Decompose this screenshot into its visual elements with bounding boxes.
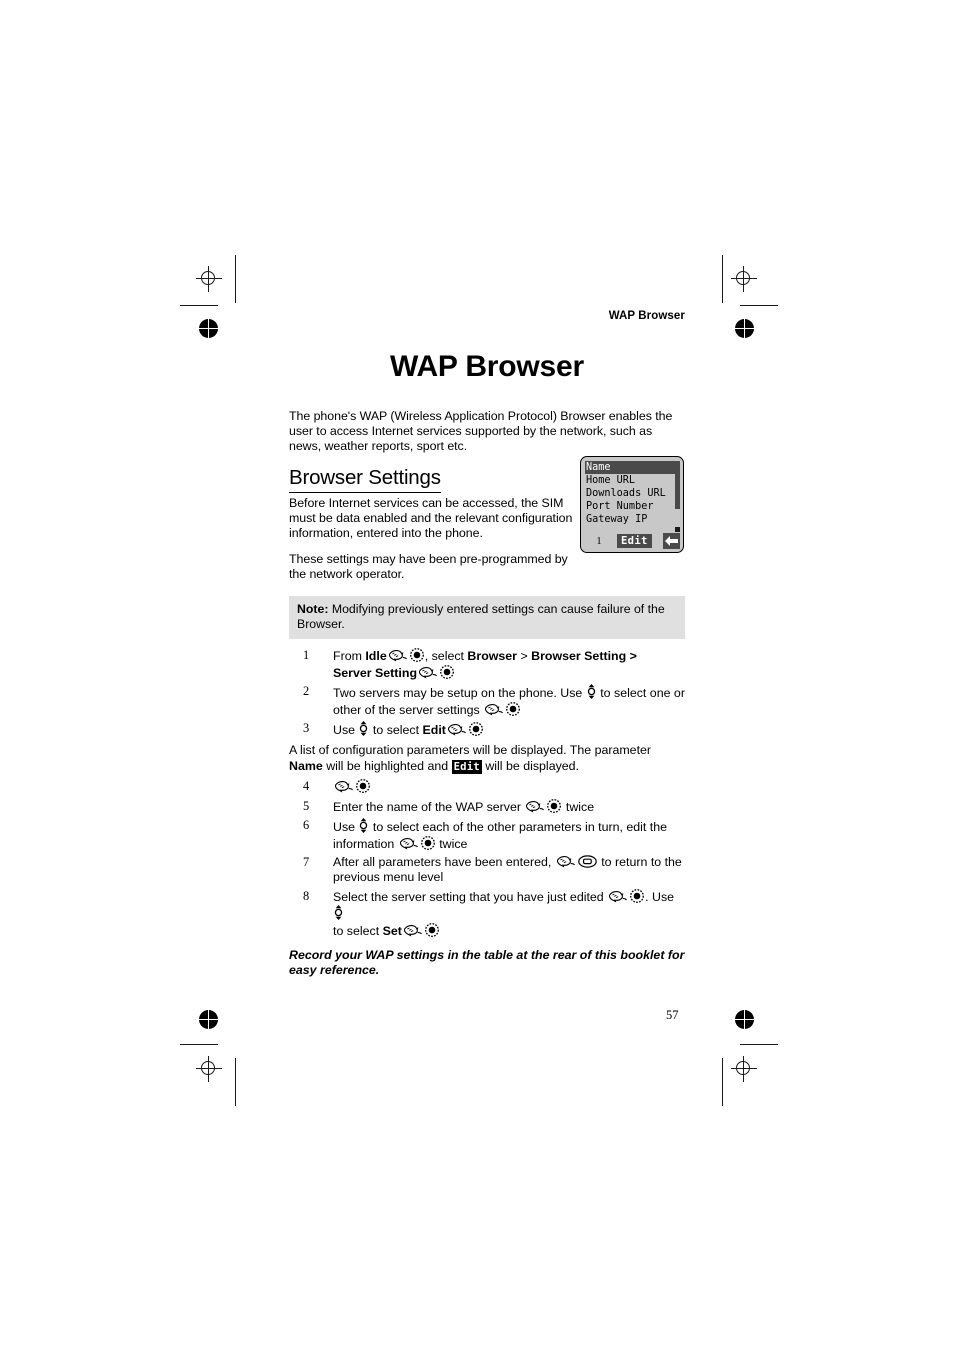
interstitial-after: will be displayed.	[481, 758, 580, 773]
step-number: 8	[303, 888, 310, 903]
inline-edit-badge: Edit	[451, 759, 482, 774]
select-key-icon	[468, 722, 483, 737]
note-box: Note: Modifying previously entered setti…	[289, 595, 685, 640]
step-number: 1	[303, 648, 310, 663]
phone-screen-menu-list: Name Home URL Downloads URL Port Number Gate…	[585, 461, 679, 526]
step-item: 6 Use to select each of the other paramet…	[303, 818, 668, 851]
page-title: WAP Browser	[390, 350, 584, 383]
steps-list-upper: 1 From Idle, select Browser > Browser Set…	[289, 648, 685, 738]
closing-paragraph: Record your WAP settings in the table at…	[289, 947, 685, 978]
trim-mark-bottom-left-horizontal	[180, 1044, 218, 1045]
interstitial-before: A list of configuration parameters will …	[289, 743, 652, 758]
select-key-icon	[356, 779, 370, 794]
select-key-icon	[506, 701, 521, 716]
registration-dot-bottom-left	[197, 1008, 220, 1031]
step-emphasis: Server Setting	[333, 665, 418, 680]
press-hand-icon	[403, 924, 423, 937]
step-number: 7	[303, 854, 310, 869]
select-key-icon	[440, 664, 454, 679]
trim-mark-top-right-horizontal	[740, 305, 778, 306]
intro-paragraph: The phone's WAP (Wireless Application Pr…	[289, 409, 673, 454]
phone-screen-illustration: Name Home URL Downloads URL Port Number Gate…	[580, 456, 684, 553]
press-hand-icon	[418, 666, 438, 679]
step-item: 3 Use to select Edit	[289, 721, 685, 738]
registration-crosshair-bottom-right	[731, 1056, 757, 1082]
trim-mark-top-left-vertical	[235, 255, 236, 303]
browser-settings-section: Browser Settings Before Internet service…	[289, 466, 575, 583]
registration-dot-top-left	[197, 317, 220, 340]
step-number: 5	[303, 798, 310, 813]
press-hand-icon	[447, 723, 467, 736]
trim-mark-top-left-horizontal	[180, 305, 218, 306]
select-key-icon	[424, 922, 439, 937]
step-item: 8 Select the server setting that you have…	[303, 888, 675, 938]
trim-mark-bottom-right-horizontal	[740, 1044, 778, 1045]
press-hand-icon	[525, 800, 545, 813]
step-emphasis: Browser Setting >	[531, 649, 637, 664]
back-arrow-icon	[663, 533, 680, 549]
phone-screen-index-label: 1	[596, 535, 602, 547]
phone-screen-menu-item: Name	[585, 461, 679, 475]
registration-crosshair-top-right	[731, 266, 757, 292]
step-item: 7 After all parameters have been entered,…	[303, 854, 682, 885]
select-key-icon	[420, 835, 435, 850]
phone-screen-menu-item: Port Number	[586, 501, 654, 513]
registration-crosshair-bottom-left	[196, 1056, 222, 1082]
step-number: 4	[303, 779, 310, 794]
page-number: 57	[666, 1008, 679, 1022]
page-content: WAP Browser WAP Browser The phone's WAP …	[289, 310, 685, 979]
step-emphasis: Set	[382, 923, 402, 938]
note-text: Modifying previously entered settings ca…	[297, 601, 665, 632]
phone-screen-menu-item: Downloads URL	[586, 488, 666, 500]
step-item: 1 From Idle, select Browser > Browser Set…	[303, 648, 637, 680]
step-number: 2	[303, 684, 310, 699]
section-paragraph-1: Before Internet services can be accessed…	[289, 495, 573, 541]
section-heading: Browser Settings	[289, 466, 441, 493]
section-paragraph-2: These settings may have been pre-program…	[289, 552, 568, 582]
select-key-icon	[630, 888, 645, 903]
press-hand-icon	[556, 855, 576, 868]
interstitial-middle: will be highlighted and	[322, 758, 452, 773]
interstitial-bold-name: Name	[289, 758, 323, 773]
note-label: Note:	[297, 601, 329, 616]
scroll-updown-icon	[334, 905, 343, 921]
scroll-updown-icon	[587, 684, 596, 700]
phone-screen-scrollbar-thumb	[675, 461, 680, 509]
press-hand-icon	[388, 649, 408, 662]
registration-dot-top-right	[733, 317, 756, 340]
select-key-icon	[547, 798, 562, 813]
step-emphasis: Edit	[422, 723, 446, 738]
press-hand-icon	[484, 703, 504, 716]
step-item: 5 Enter the name of the WAP server twice	[303, 798, 595, 814]
press-hand-icon	[608, 890, 628, 903]
step-emphasis: Browser	[467, 649, 518, 664]
interstitial-paragraph: A list of configuration parameters will …	[289, 743, 685, 775]
phone-screen-softkey-edit: Edit	[617, 534, 652, 548]
scroll-updown-icon	[359, 818, 368, 834]
step-item: 4	[289, 779, 685, 795]
trim-mark-bottom-right-vertical	[722, 1058, 723, 1106]
press-hand-icon	[334, 780, 354, 793]
phone-screen-softkey-bar: 1 Edit	[581, 530, 683, 552]
step-emphasis: Idle	[365, 649, 387, 664]
registration-dot-bottom-right	[733, 1008, 756, 1031]
press-hand-icon	[399, 837, 419, 850]
step-number: 6	[303, 818, 310, 833]
back-key-icon	[577, 855, 597, 868]
trim-mark-top-right-vertical	[722, 255, 723, 303]
phone-screen-menu-item: Gateway IP	[586, 514, 648, 526]
phone-screen-menu-item: Home URL	[586, 475, 636, 487]
trim-mark-bottom-left-vertical	[235, 1058, 236, 1106]
select-key-icon	[409, 648, 424, 663]
steps-list-lower: 4 5 Enter the name of the WAP server twice…	[289, 779, 685, 939]
scroll-updown-icon	[359, 721, 368, 737]
step-number: 3	[303, 721, 310, 736]
running-head: WAP Browser	[608, 310, 685, 322]
step-item: 2 Two servers may be setup on the phone. …	[303, 684, 685, 717]
registration-crosshair-top-left	[196, 266, 222, 292]
